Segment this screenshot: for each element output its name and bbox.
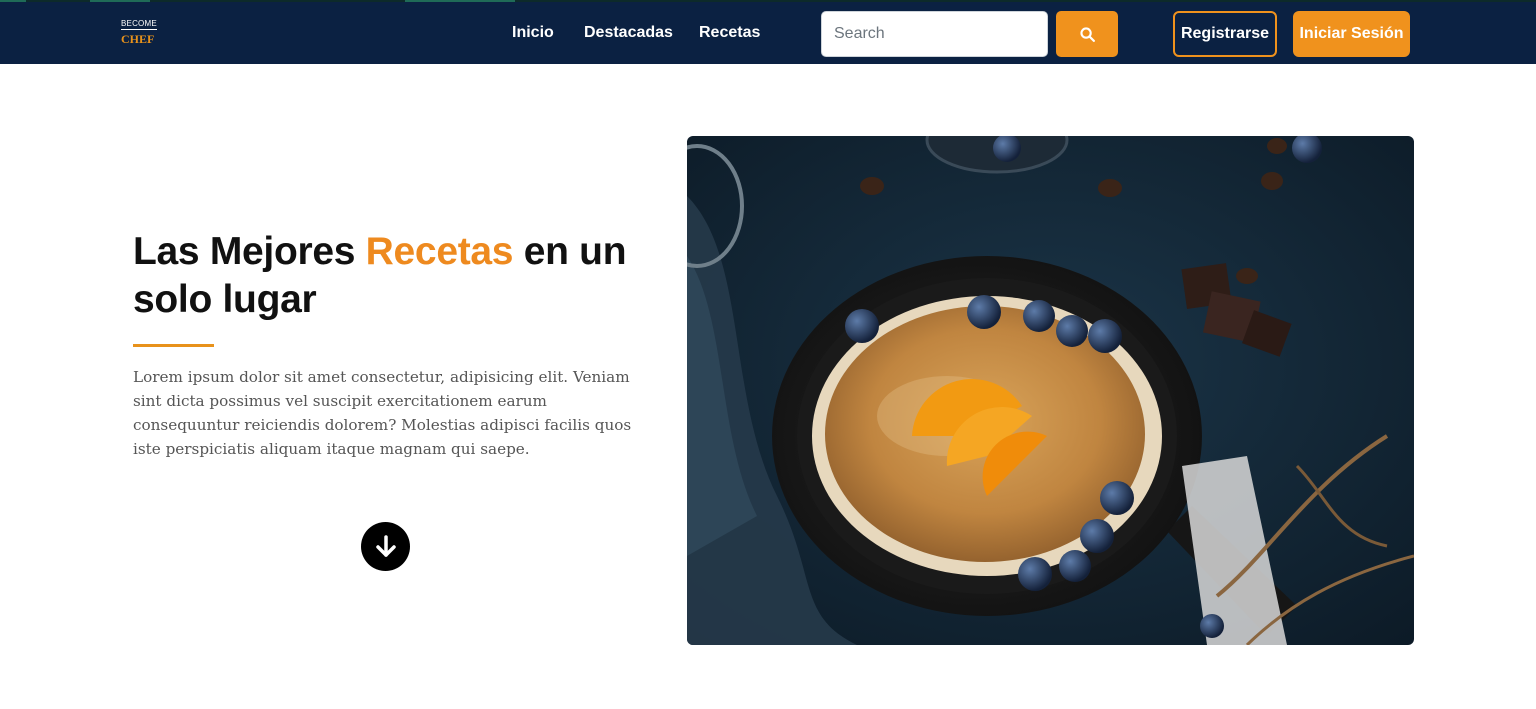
nav-link-destacadas[interactable]: Destacadas (584, 24, 673, 42)
brand-line-3: CHEF (121, 32, 155, 46)
login-button[interactable]: Iniciar Sesión (1293, 11, 1410, 57)
brand-logo[interactable]: BECOME CHEF (121, 20, 161, 45)
register-button[interactable]: Registrarse (1173, 11, 1277, 57)
search-icon (1079, 26, 1095, 42)
search-input[interactable] (821, 11, 1048, 57)
hero-title-part1: Las Mejores (133, 230, 366, 273)
nav-link-recetas[interactable]: Recetas (699, 24, 760, 42)
brand-line-1: BECOME (121, 19, 157, 28)
search-button[interactable] (1056, 11, 1118, 57)
hero-description: Lorem ipsum dolor sit amet consectetur, … (133, 368, 632, 458)
hero-title-accent: Recetas (365, 230, 514, 273)
hero-divider (133, 344, 214, 347)
scroll-down-button[interactable] (361, 522, 410, 571)
arrow-down-circle-icon (375, 534, 396, 557)
hero-image-pancakes (687, 136, 1414, 645)
nav-link-inicio[interactable]: Inicio (512, 24, 554, 42)
hero-title: Las Mejores Recetas en un solo lugar (133, 228, 653, 324)
navbar: BECOME CHEF Inicio Destacadas Recetas Re… (0, 2, 1536, 64)
